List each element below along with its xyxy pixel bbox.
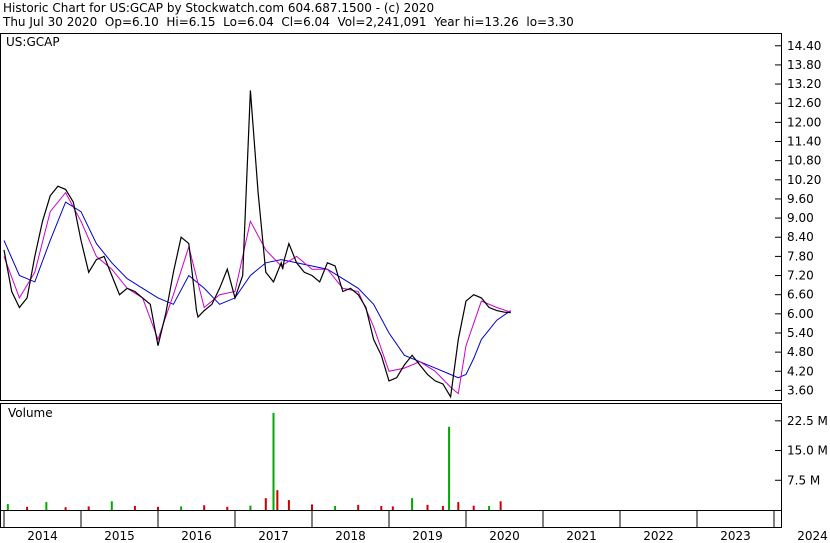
price-tick-label: 6.00 (787, 307, 814, 321)
price-tick-label: 4.20 (787, 364, 814, 378)
volume-bar (64, 507, 67, 510)
price-series (3, 90, 511, 399)
volume-bar (133, 506, 136, 510)
volume-bar (457, 502, 460, 510)
year-label: 2020 (489, 529, 520, 543)
price-tick-label: 9.00 (787, 211, 814, 225)
year-label: 2024 (797, 529, 828, 543)
year-label: 2014 (27, 529, 58, 543)
long-moving-average-line (3, 201, 511, 379)
volume-bar (472, 505, 475, 510)
volume-bar (391, 506, 394, 510)
volume-bar (226, 506, 229, 510)
volume-bar (6, 504, 9, 510)
price-tick-label: 6.60 (787, 288, 814, 302)
volume-bar (380, 506, 383, 510)
price-tick-label: 13.20 (787, 77, 821, 91)
volume-bar (499, 501, 502, 510)
price-panel-border (0, 33, 782, 401)
volume-bar (180, 506, 183, 510)
long-moving-average-series (3, 201, 511, 379)
price-tick-label: 7.80 (787, 249, 814, 263)
year-label: 2023 (720, 529, 751, 543)
volume-bar (272, 412, 275, 510)
year-label: 2022 (643, 529, 674, 543)
price-tick-label: 4.80 (787, 345, 814, 359)
price-line (3, 90, 511, 399)
price-tick-label: 7.20 (787, 269, 814, 283)
chart-frame (0, 33, 782, 528)
price-tick-label: 10.80 (787, 154, 821, 168)
volume-bar (411, 498, 414, 510)
volume-bar (264, 498, 267, 510)
year-label: 2018 (335, 529, 366, 543)
volume-bar (311, 504, 313, 510)
volume-panel-border (0, 403, 782, 511)
price-tick-label: 14.40 (787, 39, 821, 53)
year-axis-labels: 2014 2015 2016 2017 2018 2019 2020 2021 2022 2023… (3, 510, 828, 543)
price-tick-label: 9.60 (787, 192, 814, 206)
volume-axis-labels: 22.5 M 15.0 M 7.5 M (775, 414, 828, 487)
price-grid (775, 45, 782, 391)
price-tick-label: 8.40 (787, 230, 814, 244)
stock-chart: US:GCAP 14.40 13.80 13.20 12.60 12.00 11.40 10… (0, 33, 828, 543)
volume-bar (203, 505, 206, 510)
symbol-label: US:GCAP (6, 35, 60, 49)
volume-tick-label: 7.5 M (787, 473, 820, 487)
price-tick-label: 12.00 (787, 115, 821, 129)
price-tick-label: 12.60 (787, 96, 821, 110)
price-tick-label: 3.60 (787, 383, 814, 397)
volume-bar (276, 490, 279, 510)
volume-bar (110, 501, 113, 510)
year-label: 2019 (412, 529, 443, 543)
volume-bar (157, 506, 159, 510)
volume-label: Volume (8, 406, 53, 420)
short-moving-average-series (3, 191, 511, 395)
price-tick-label: 10.20 (787, 173, 821, 187)
volume-bar (249, 505, 252, 510)
price-axis-labels: 14.40 13.80 13.20 12.60 12.00 11.40 10.80 10.20… (787, 39, 821, 398)
volume-bar (87, 506, 90, 510)
volume-bar (357, 504, 360, 510)
volume-tick-label: 15.0 M (787, 444, 828, 458)
volume-bar (426, 504, 429, 510)
volume-bars (6, 412, 502, 510)
volume-bar (488, 506, 491, 510)
year-label: 2015 (104, 529, 135, 543)
price-tick-label: 13.80 (787, 58, 821, 72)
price-tick-label: 5.40 (787, 326, 814, 340)
year-label: 2021 (566, 529, 597, 543)
volume-tick-label: 22.5 M (787, 414, 828, 428)
volume-bar (287, 500, 290, 510)
year-label: 2017 (258, 529, 289, 543)
volume-bar (334, 506, 337, 510)
volume-bar (448, 426, 451, 510)
date-axis-border (0, 510, 782, 528)
price-tick-label: 11.40 (787, 135, 821, 149)
volume-bar (441, 506, 444, 510)
volume-bar (26, 506, 29, 510)
year-label: 2016 (181, 529, 212, 543)
volume-bar (45, 502, 48, 510)
short-moving-average-line (3, 191, 511, 395)
